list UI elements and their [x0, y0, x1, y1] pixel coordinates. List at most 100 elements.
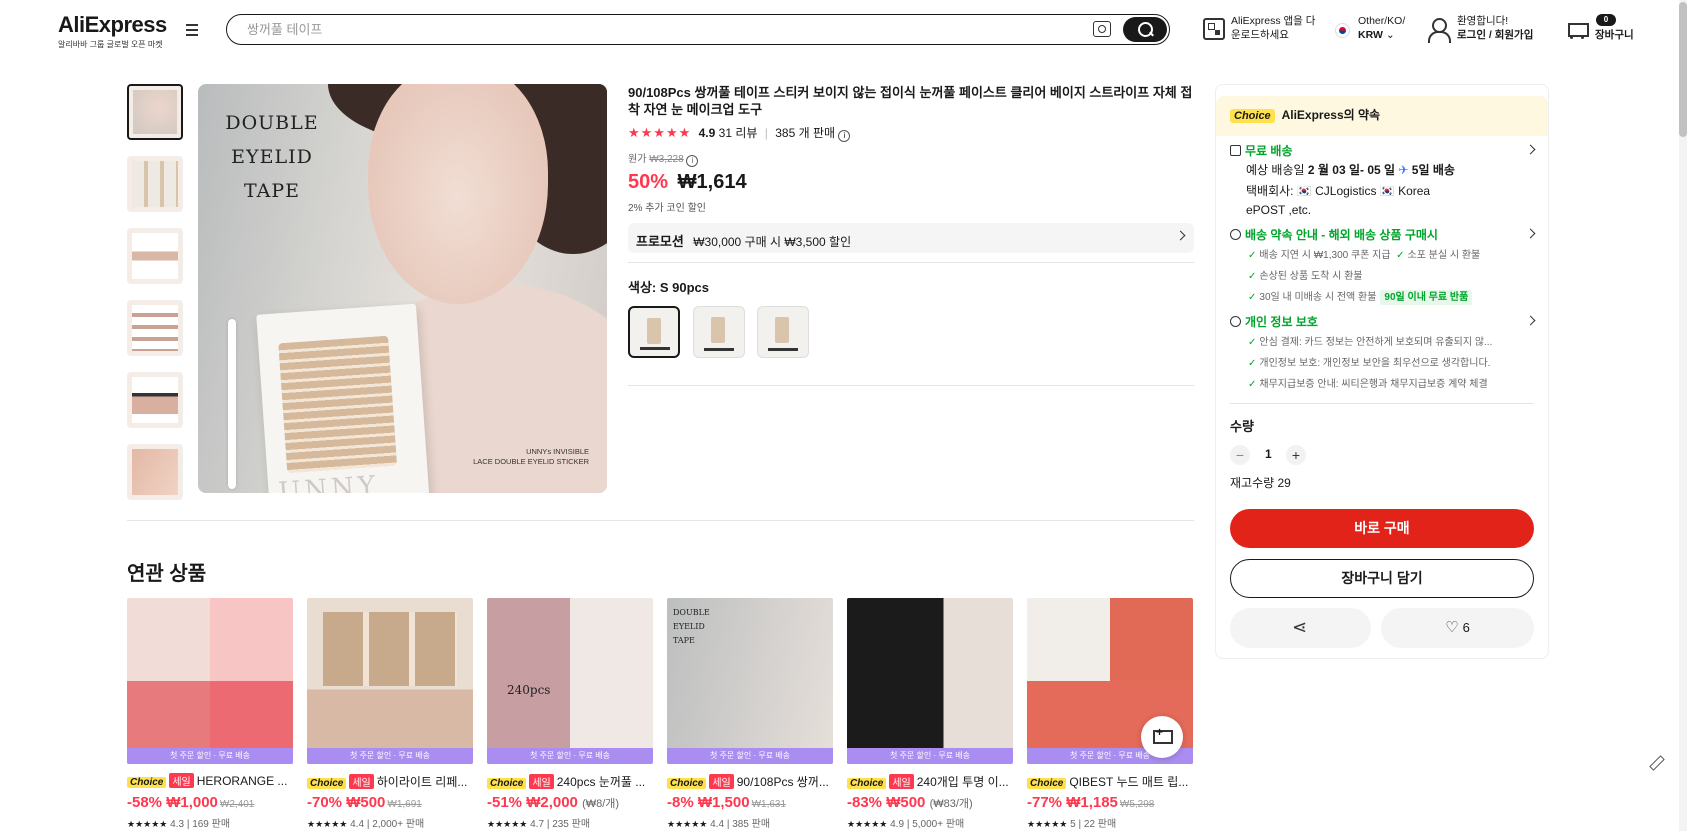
color-option-2[interactable] [692, 306, 745, 358]
quantity-value[interactable]: 1 [1265, 447, 1272, 461]
info-icon[interactable]: i [686, 155, 699, 167]
product-card-rating: 4.4 [710, 819, 725, 830]
applicator-tool [228, 319, 236, 489]
thumbnail-6[interactable] [127, 444, 183, 500]
divider [628, 385, 1194, 386]
product-card-stars: ★★★★★ [667, 819, 708, 829]
plane-icon: ✈ [1398, 163, 1409, 177]
promotion-label: 프로모션 [636, 234, 684, 249]
color-option-s-90pcs[interactable] [628, 306, 680, 358]
product-card-sold: | 2,000+ 판매 [366, 819, 425, 830]
privacy-section[interactable]: 개인 정보 보호 ✓ 안심 결제: 카드 정보는 안전하게 보호되며 유출되지 않… [1216, 312, 1548, 395]
buy-now-button[interactable]: 바로 구매 [1230, 509, 1534, 548]
product-card-image[interactable]: 첫 주문 할인 · 무료 배송 [847, 598, 1013, 764]
product-card[interactable]: 240pcs 첫 주문 할인 · 무료 배송 Choice 세일 240pcs 눈꺼… [487, 598, 653, 830]
promotion-banner[interactable]: 프로모션 ₩30,000 구매 시 ₩3,500 할인 [628, 223, 1194, 253]
thumbnail-3[interactable] [127, 228, 183, 284]
related-products-title: 연관 상품 [127, 563, 207, 585]
cart-icon[interactable] [1565, 20, 1589, 40]
check-icon: ✓ [1248, 358, 1257, 369]
product-card-price: ₩1,185 [1066, 794, 1118, 811]
main-product-image[interactable]: DOUBLE EYELID TAPE UNNY UNNYs INVISIBLE … [198, 84, 607, 493]
eyelid-strips [278, 335, 398, 474]
product-card-discount: -51% [487, 794, 523, 811]
original-price: ₩3,228 [649, 154, 684, 165]
qr-code-icon[interactable] [1203, 18, 1225, 40]
product-card-name: 90/108Pcs 쌍꺼... [736, 775, 829, 789]
check-icon: ✓ [1248, 250, 1257, 261]
add-to-cart-button[interactable]: 장바구니 담기 [1230, 559, 1534, 598]
product-card[interactable]: DOUBLE EYELID TAPE 첫 주문 할인 · 무료 배송 Choice 세… [667, 598, 833, 830]
account-link[interactable]: 환영합니다! 로그인 / 회원가입 [1457, 14, 1533, 42]
feedback-edit-icon[interactable] [1648, 755, 1664, 771]
aliexpress-logo[interactable]: AliExpress 알리바바 그룹 글로벌 오픈 마켓 [58, 12, 167, 50]
product-card-rating: 4.7 [530, 819, 545, 830]
search-button[interactable] [1123, 17, 1167, 42]
search-input[interactable] [247, 20, 1047, 38]
share-button[interactable] [1230, 608, 1371, 648]
divider [1230, 403, 1534, 404]
welcome-text: 환영합니다! [1457, 15, 1509, 27]
add-to-cart-float-icon[interactable] [1141, 716, 1183, 758]
sale-badge: 세일 [709, 774, 734, 789]
product-card-stars: ★★★★★ [127, 819, 168, 829]
hamburger-menu-icon[interactable] [186, 24, 202, 38]
product-card-image[interactable]: 첫 주문 할인 · 무료 배송 [307, 598, 473, 764]
product-card-sold: | 169 판매 [186, 819, 231, 830]
product-card-stars: ★★★★★ [487, 819, 528, 829]
color-option-3[interactable] [757, 306, 810, 358]
product-card-orig-price: ₩1,631 [751, 799, 787, 810]
product-card-image[interactable]: 240pcs 첫 주문 할인 · 무료 배송 [487, 598, 653, 764]
guarantee-item: 배송 지연 시 ₩1,300 쿠폰 지급 [1259, 250, 1391, 261]
review-count[interactable]: 31 리뷰 [719, 126, 758, 140]
guarantee-section[interactable]: 배송 약속 안내 - 해외 배송 상품 구매시 ✓ 배송 지연 시 ₩1,300 … [1216, 225, 1548, 308]
choice-badge: Choice [1027, 778, 1067, 789]
wishlist-button[interactable]: ♡ 6 [1381, 608, 1534, 648]
product-card-rating: 4.9 [890, 819, 905, 830]
current-price: ₩1,614 [677, 171, 747, 193]
thumbnail-5[interactable] [127, 372, 183, 428]
product-card-image[interactable]: 첫 주문 할인 · 무료 배송 [127, 598, 293, 764]
sale-badge: 세일 [169, 773, 194, 788]
original-price-row: 원가 ₩3,228 i [628, 150, 1194, 167]
quantity-increase-button[interactable]: + [1286, 445, 1306, 465]
product-card[interactable]: 첫 주문 할인 · 무료 배송 Choice QIBEST 누드 매트 립... … [1027, 598, 1193, 830]
check-icon: ✓ [1248, 379, 1257, 390]
region-currency-selector[interactable]: Other/KO/ KRW ⌄ [1358, 14, 1405, 42]
sale-badge: 세일 [529, 774, 554, 789]
guarantee-item: 손상된 상품 도착 시 환불 [1259, 271, 1363, 282]
user-icon[interactable] [1427, 18, 1451, 43]
info-icon[interactable]: i [838, 130, 851, 142]
scrollbar-thumb[interactable] [1679, 2, 1687, 137]
delivery-dates: 2 월 03 일- 05 일 [1307, 163, 1396, 177]
product-card-orig-price: ₩2,401 [219, 799, 255, 810]
thumbnail-4[interactable] [127, 300, 183, 356]
thumbnail-2[interactable] [127, 156, 183, 212]
app-download-link[interactable]: AliExpress 앱을 다 운로드하세요 [1231, 14, 1315, 42]
discount-percent: 50% [628, 171, 669, 193]
quantity-decrease-button[interactable]: − [1230, 445, 1250, 465]
product-card-discount: -8% [667, 794, 694, 811]
product-card-discount: -58% [127, 794, 163, 811]
app-download-line2: 운로드하세요 [1231, 29, 1289, 41]
product-card[interactable]: 첫 주문 할인 · 무료 배송 Choice 세일 240개입 투명 이... -8… [847, 598, 1013, 830]
thumbnail-1[interactable] [127, 84, 183, 140]
shipping-section[interactable]: 무료 배송 예상 배송일 2 월 03 일- 05 일 ✈ 5일 배송 택배회사… [1216, 141, 1548, 220]
check-icon: ✓ [1248, 292, 1257, 303]
chevron-down-icon: ⌄ [1385, 29, 1395, 41]
search-bar [226, 14, 1170, 45]
product-card[interactable]: 첫 주문 할인 · 무료 배송 Choice 세일 하이라이트 리페... -70%… [307, 598, 473, 830]
logo-text: AliExpress [58, 12, 167, 37]
promo-band: 첫 주문 할인 · 무료 배송 [847, 748, 1013, 764]
section-divider [127, 520, 1194, 521]
korea-flag-icon [1335, 23, 1350, 38]
product-card-image[interactable]: DOUBLE EYELID TAPE 첫 주문 할인 · 무료 배송 [667, 598, 833, 764]
image-search-icon[interactable] [1093, 21, 1111, 37]
image-caption: UNNYs INVISIBLE LACE DOUBLE EYELID STICK… [473, 447, 589, 467]
product-card-price: ₩500 [886, 794, 926, 811]
product-card-name: 하이라이트 리페... [376, 775, 468, 789]
product-card[interactable]: 첫 주문 할인 · 무료 배송 Choice 세일 HERORANGE ... -5… [127, 598, 293, 830]
cart-label[interactable]: 장바구니 [1595, 29, 1634, 41]
product-card-rating: 4.4 [350, 819, 365, 830]
product-card-orig-price: ₩5,298 [1119, 799, 1155, 810]
